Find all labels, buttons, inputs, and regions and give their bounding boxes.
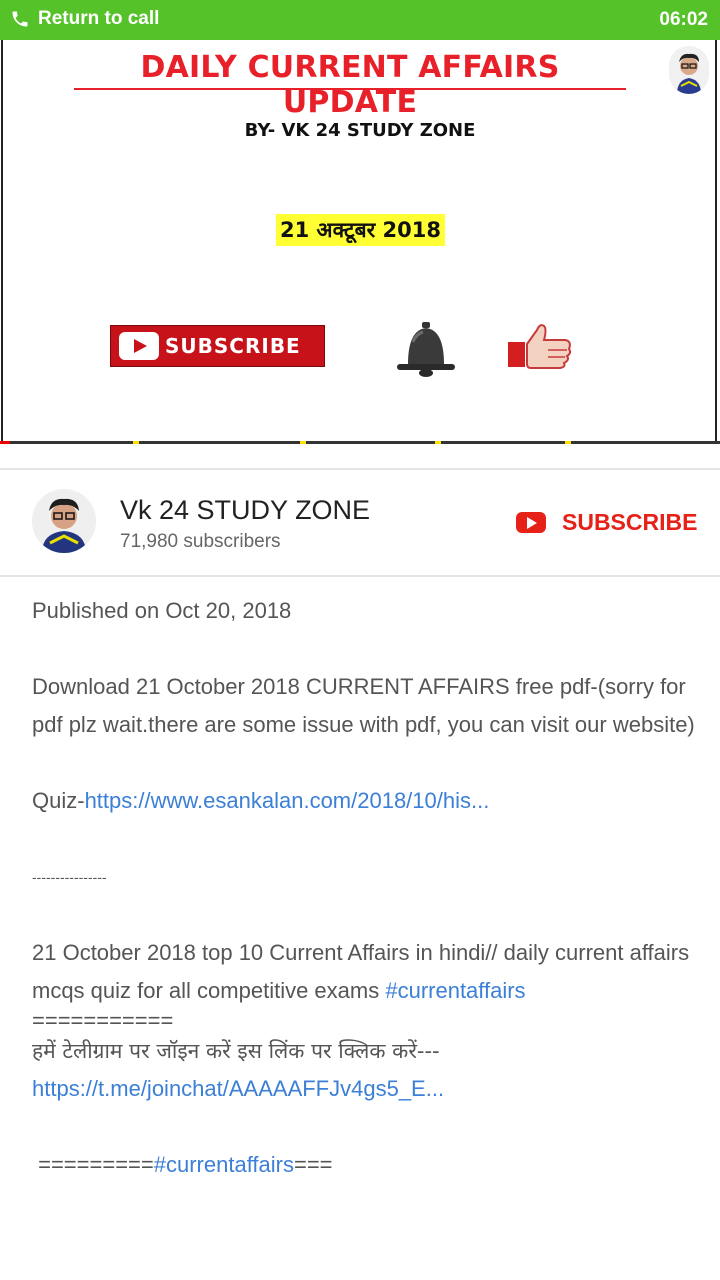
video-subscribe-graphic: SUBSCRIBE — [110, 325, 325, 367]
video-title-text: DAILY CURRENT AFFAIRS UPDATE — [140, 50, 560, 120]
subscribe-button-label: SUBSCRIBE — [562, 509, 698, 535]
return-to-call[interactable]: Return to call — [10, 8, 159, 30]
description-download: Download 21 October 2018 CURRENT AFFAIRS… — [32, 674, 695, 737]
return-to-call-label: Return to call — [38, 8, 160, 29]
bell-icon — [397, 322, 455, 377]
telegram-link[interactable]: https://t.me/joinchat/AAAAAFFJv4gs5_E... — [32, 1076, 444, 1101]
progress-marker — [565, 441, 571, 444]
channel-name[interactable]: Vk 24 STUDY ZONE — [120, 495, 370, 526]
title-underline — [74, 88, 626, 90]
youtube-logo-icon — [516, 512, 546, 533]
thumbs-up-icon — [508, 324, 572, 369]
footer-prefix: ========= — [32, 1152, 154, 1177]
progress-marker — [133, 441, 139, 444]
divider — [0, 575, 720, 577]
video-byline: BY- VK 24 STUDY ZONE — [244, 120, 476, 141]
summary-line: 21 October 2018 top 10 Current Affairs i… — [32, 934, 702, 1010]
published-date: Published on Oct 20, 2018 — [32, 598, 292, 623]
quiz-prefix: Quiz- — [32, 788, 85, 813]
dash-separator: ---------------- — [32, 869, 107, 885]
progress-marker — [435, 441, 441, 444]
video-date: 21 अक्टूबर 2018 — [276, 214, 445, 246]
quiz-link[interactable]: https://www.esankalan.com/2018/10/his... — [85, 788, 490, 813]
hashtag-link[interactable]: #currentaffairs — [154, 1152, 294, 1177]
hashtag-link[interactable]: #currentaffairs — [385, 978, 525, 1003]
subscriber-count: 71,980 subscribers — [120, 531, 281, 552]
progress-marker — [300, 441, 306, 444]
footer-suffix: === — [293, 1152, 333, 1177]
return-to-call-bar[interactable]: Return to call 06:02 — [0, 0, 720, 40]
divider — [0, 468, 720, 470]
video-player[interactable]: DAILY CURRENT AFFAIRS UPDATE BY- VK 24 S… — [0, 40, 720, 445]
phone-icon — [12, 11, 28, 27]
telegram-line: हमें टेलीग्राम पर जॉइन करें इस लिंक पर क… — [32, 1032, 702, 1108]
equals-separator: =========== — [32, 1008, 174, 1033]
progress-played — [0, 441, 10, 444]
video-description: Published on Oct 20, 2018 Download 21 Oc… — [32, 592, 702, 1184]
video-subscribe-label: SUBSCRIBE — [165, 334, 301, 358]
summary-text: 21 October 2018 top 10 Current Affairs i… — [32, 940, 690, 1003]
channel-avatar[interactable] — [32, 489, 96, 553]
quiz-line: Quiz-https://www.esankalan.com/2018/10/h… — [32, 782, 702, 820]
channel-row: Vk 24 STUDY ZONE 71,980 subscribers SUBS… — [0, 471, 720, 575]
youtube-play-icon — [119, 332, 159, 360]
video-avatar — [669, 46, 709, 94]
footer-line: =========#currentaffairs=== — [32, 1146, 702, 1184]
subscribe-button[interactable]: SUBSCRIBE — [516, 509, 697, 536]
video-progress-bar[interactable] — [0, 441, 720, 444]
call-timer: 06:02 — [659, 9, 708, 30]
telegram-text: हमें टेलीग्राम पर जॉइन करें इस लिंक पर क… — [32, 1039, 440, 1063]
